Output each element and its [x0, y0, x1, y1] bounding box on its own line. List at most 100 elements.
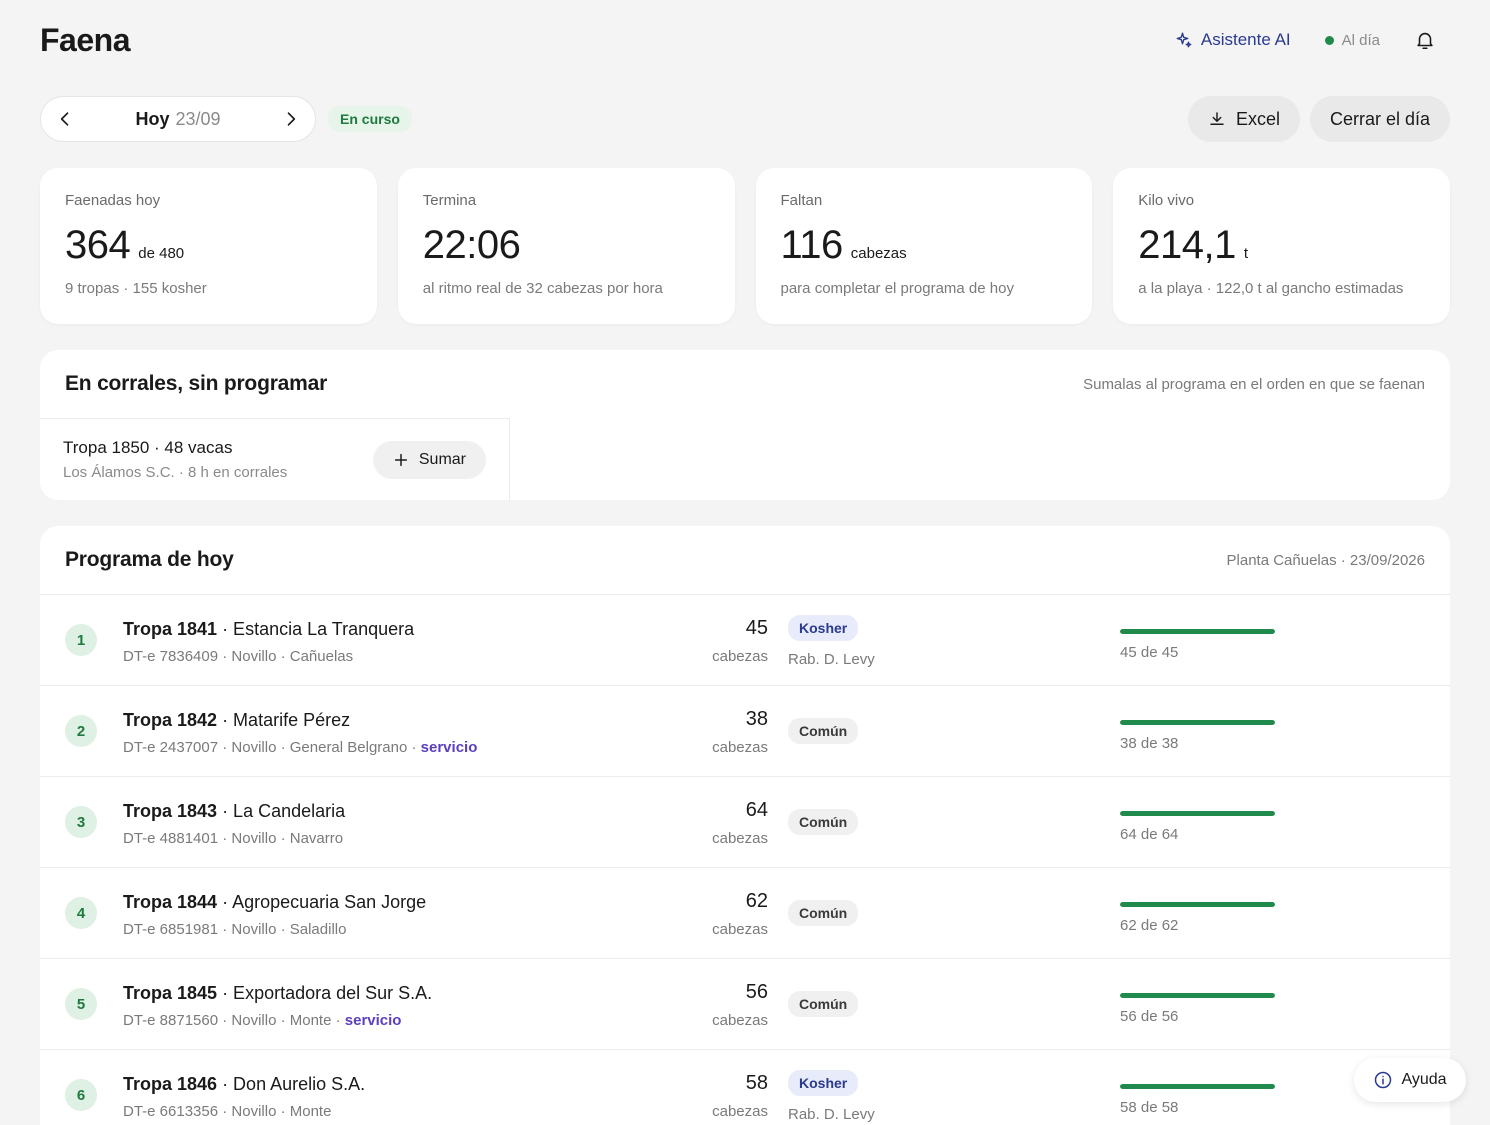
row-type: Común [788, 991, 859, 1017]
programa-rows: 1 Tropa 1841 · Estancia La Tranquera DT-e … [40, 594, 1450, 1125]
row-meta-text: DT-e 6851981 · Novillo · Saladillo [123, 921, 347, 938]
close-day-button[interactable]: Cerrar el día [1309, 96, 1450, 142]
date-label[interactable]: Hoy 23/09 [135, 109, 220, 130]
section-title: Programa de hoy [65, 548, 234, 571]
type-badge: Común [788, 809, 859, 835]
row-info: Tropa 1844 · Agropecuaria San Jorge DT-e … [123, 892, 426, 938]
kpi-sub: al ritmo real de 32 cabezas por hora [422, 280, 663, 297]
row-meta: DT-e 7836409 · Novillo · Cañuelas [123, 648, 414, 665]
type-badge: Común [788, 900, 859, 926]
row-info: Tropa 1842 · Matarife Pérez DT-e 2437007 … [123, 710, 477, 756]
service-label: servicio [420, 739, 478, 756]
row-qty-number: 58 [745, 1072, 768, 1094]
row-meta-text: DT-e 8871560 · Novillo · Monte · [123, 1012, 345, 1029]
row-quantity: 62 cabezas [680, 890, 768, 938]
kpi-cards: Faenadas hoy 364 de 480 9 tropas · 155 k… [40, 168, 1450, 324]
row-index: 2 [65, 715, 97, 747]
chevron-right-icon[interactable] [281, 109, 301, 129]
progress-bar [1120, 720, 1275, 725]
progress-label: 58 de 58 [1120, 1099, 1179, 1116]
row-info: Tropa 1841 · Estancia La Tranquera DT-e 7… [123, 619, 414, 665]
row-tropa: Tropa 1846 [123, 1074, 218, 1094]
programa-section: Programa de hoy Planta Cañuelas · 23/09/… [40, 526, 1450, 1125]
row-progress: 56 de 56 [1120, 993, 1275, 1025]
kpi-label: Faltan [780, 192, 823, 209]
row-qty-unit: cabezas [712, 830, 768, 847]
progress-fill [1120, 811, 1275, 816]
app-title: Faena [40, 21, 130, 58]
row-quantity: 64 cabezas [680, 799, 768, 847]
add-tropa-button[interactable]: Sumar [372, 440, 486, 479]
row-qty-unit: cabezas [712, 921, 768, 938]
excel-button[interactable]: Excel [1187, 96, 1300, 142]
kpi-card-faenadas: Faenadas hoy 364 de 480 9 tropas · 155 k… [40, 168, 377, 324]
kpi-card-faltan: Faltan 116 cabezas para completar el pro… [755, 168, 1093, 324]
table-row[interactable]: 4 Tropa 1844 · Agropecuaria San Jorge DT-e… [40, 868, 1450, 959]
kpi-value: 116 [780, 223, 844, 267]
chevron-left-icon[interactable] [55, 109, 75, 129]
sparkle-icon [1176, 32, 1192, 48]
pending-tropa-title: Tropa 1850 · 48 vacas [63, 438, 233, 457]
progress-fill [1120, 1084, 1275, 1089]
row-index: 5 [65, 988, 97, 1020]
progress-bar [1120, 811, 1275, 816]
row-qty-unit: cabezas [712, 739, 768, 756]
row-qty-number: 56 [745, 981, 768, 1003]
corrales-header: En corrales, sin programar Sumalas al pr… [40, 350, 1450, 418]
corrales-section: En corrales, sin programar Sumalas al pr… [40, 350, 1450, 500]
row-meta: DT-e 2437007 · Novillo · General Belgran… [123, 739, 477, 756]
row-info: Tropa 1843 · La Candelaria DT-e 4881401 ·… [123, 801, 345, 847]
row-rabbi: Rab. D. Levy [788, 651, 875, 668]
kpi-unit: de 480 [138, 245, 185, 262]
type-badge: Kosher [788, 1070, 859, 1096]
row-index: 6 [65, 1079, 97, 1111]
close-day-label: Cerrar el día [1329, 108, 1430, 129]
kpi-value: 22:06 [422, 223, 521, 267]
row-tropa: Tropa 1841 [123, 619, 218, 639]
progress-fill [1120, 629, 1275, 634]
kpi-value-group: 22:06 [423, 223, 710, 268]
top-bar: Faena Asistente AI Al día [40, 20, 1450, 60]
row-owner: · Exportadora del Sur S.A. [217, 983, 433, 1003]
row-type: Común [788, 900, 859, 926]
add-tropa-label: Sumar [418, 450, 466, 468]
row-name: Tropa 1844 · Agropecuaria San Jorge [123, 892, 426, 913]
date-bar: Hoy 23/09 En curso Excel Cerrar el día [40, 96, 1450, 142]
table-row[interactable]: 6 Tropa 1846 · Don Aurelio S.A. DT-e 66133… [40, 1050, 1450, 1125]
row-name: Tropa 1845 · Exportadora del Sur S.A. [123, 983, 432, 1004]
programa-header: Programa de hoy Planta Cañuelas · 23/09/… [40, 526, 1450, 594]
row-qty-number: 45 [745, 617, 768, 639]
kpi-value-group: 116 cabezas [781, 223, 1068, 268]
row-rabbi: Rab. D. Levy [788, 1106, 875, 1123]
row-type: Común [788, 809, 859, 835]
row-info: Tropa 1845 · Exportadora del Sur S.A. DT-… [123, 983, 432, 1029]
row-name: Tropa 1842 · Matarife Pérez [123, 710, 477, 731]
row-name: Tropa 1841 · Estancia La Tranquera [123, 619, 414, 640]
service-label: servicio [344, 1012, 402, 1029]
help-label: Ayuda [1401, 1071, 1447, 1088]
row-qty-number: 62 [745, 890, 768, 912]
bell-icon[interactable] [1414, 29, 1436, 51]
row-meta: DT-e 8871560 · Novillo · Monte · servici… [123, 1012, 432, 1029]
table-row[interactable]: 2 Tropa 1842 · Matarife Pérez DT-e 2437007… [40, 686, 1450, 777]
table-row[interactable]: 1 Tropa 1841 · Estancia La Tranquera DT-e … [40, 595, 1450, 686]
table-row[interactable]: 5 Tropa 1845 · Exportadora del Sur S.A. DT… [40, 959, 1450, 1050]
status-badge: En curso [328, 106, 412, 132]
row-meta: DT-e 6613356 · Novillo · Monte [123, 1103, 365, 1120]
row-name: Tropa 1843 · La Candelaria [123, 801, 345, 822]
date-number: 23/09 [175, 108, 221, 129]
ai-assistant-link[interactable]: Asistente AI [1175, 30, 1291, 50]
kpi-sub: 9 tropas · 155 kosher [65, 280, 207, 297]
sync-status-label: Al día [1341, 31, 1380, 49]
ai-assistant-label: Asistente AI [1200, 30, 1291, 49]
row-tropa: Tropa 1842 [123, 710, 218, 730]
section-title: En corrales, sin programar [65, 372, 328, 395]
row-progress: 64 de 64 [1120, 811, 1275, 843]
row-index: 1 [65, 624, 97, 656]
help-button[interactable]: Ayuda [1354, 1058, 1466, 1102]
row-index: 3 [65, 806, 97, 838]
row-meta-text: DT-e 6613356 · Novillo · Monte [123, 1103, 332, 1120]
date-actions: Excel Cerrar el día [1187, 96, 1450, 142]
table-row[interactable]: 3 Tropa 1843 · La Candelaria DT-e 4881401 … [40, 777, 1450, 868]
progress-bar [1120, 993, 1275, 998]
